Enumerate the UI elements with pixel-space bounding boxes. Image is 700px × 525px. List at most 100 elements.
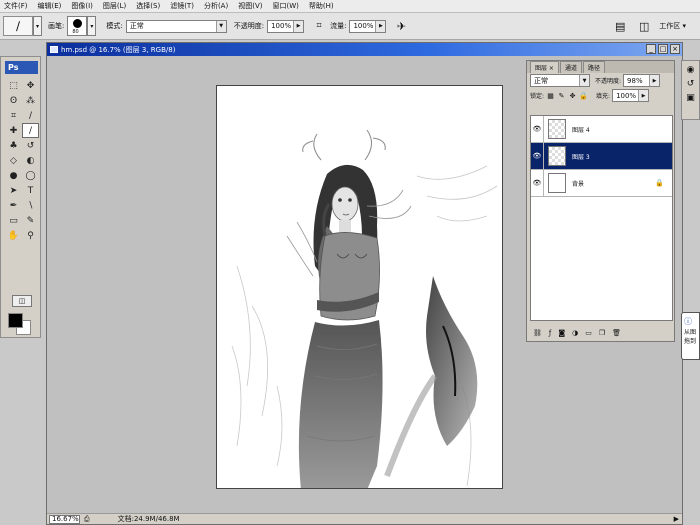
new-layer-icon[interactable]: ❐ <box>599 329 605 337</box>
document-title-bar[interactable]: hm.psd @ 16.7% (图层 3, RGB/8) _ □ × <box>47 43 682 56</box>
notes-tool-icon[interactable]: ▭ <box>5 213 22 228</box>
fill-field[interactable]: 100% ▶ <box>612 89 650 102</box>
layer-row[interactable]: 👁 图层 4 <box>531 115 672 143</box>
eraser-tool-icon[interactable]: ◇ <box>5 153 22 168</box>
magic-wand-tool-icon[interactable]: ⁂ <box>22 93 39 108</box>
paint-bucket-tool-icon[interactable]: ◐ <box>22 153 39 168</box>
crop-tool-icon[interactable]: ⌗ <box>5 108 22 123</box>
palette-well-icon[interactable]: ▤ <box>611 17 629 35</box>
delete-layer-icon[interactable]: 🗑 <box>612 329 621 337</box>
adjustment-layer-icon[interactable]: ◑ <box>572 329 578 337</box>
mode-select[interactable]: 正常 ▼ <box>125 19 227 33</box>
dodge-tool-icon[interactable]: ◯ <box>22 168 39 183</box>
info-icon: ⓘ <box>684 317 692 326</box>
blend-mode-select[interactable]: 正常 ▼ <box>530 74 590 87</box>
opacity-label: 不透明度: <box>233 22 265 30</box>
lasso-tool-icon[interactable]: ʘ <box>5 93 22 108</box>
menu-item-0[interactable]: 文件(F) <box>4 1 28 11</box>
tools-grid: ⬚ ✥ ʘ ⁂ ⌗ ∕ ✚ ∕ ♣ ↺ ◇ ◐ ● ◯ ➤ T ✒ ∖ ▭ ✎ ✋ ⚲ <box>5 78 39 243</box>
workspace-menu[interactable]: 工作区 ▾ <box>659 21 686 31</box>
layers-panel-footer: ⛓ ƒ ◙ ◑ ▭ ❐ 🗑 <box>527 327 674 339</box>
brush-picker-dropdown[interactable]: ▾ <box>87 16 97 36</box>
layer-thumbnail <box>548 119 566 139</box>
menu-bar: 文件(F) 编辑(E) 图像(I) 图层(L) 选择(S) 滤镜(T) 分析(A) 视图(V)… <box>0 0 700 13</box>
chevron-right-icon: ▶ <box>293 20 304 32</box>
marquee-tool-icon[interactable]: ⬚ <box>5 78 22 93</box>
lock-image-icon[interactable]: ✎ <box>557 91 566 100</box>
flow-field[interactable]: 100% ▶ <box>349 19 387 33</box>
eyedropper-tool-icon[interactable]: ✎ <box>22 213 39 228</box>
type-tool-icon[interactable]: T <box>22 183 39 198</box>
file-browser-icon[interactable]: ◫ <box>635 17 653 35</box>
ps-logo: Ps <box>5 61 38 74</box>
history-icon[interactable]: ↺ <box>687 79 695 89</box>
visibility-eye-icon[interactable]: 👁 <box>531 115 544 143</box>
brush-tool-icon[interactable]: ∕ <box>22 123 39 138</box>
right-dock: ◉ ↺ ▣ <box>681 60 700 120</box>
layer-row[interactable]: 👁 背景 🔒 <box>531 169 672 197</box>
new-group-icon[interactable]: ▭ <box>585 329 592 337</box>
layers-panel-tabs: 图层 × 通道 路径 <box>527 61 674 73</box>
quick-mask-icon[interactable]: ◫ <box>12 295 32 307</box>
chevron-right-icon: ▶ <box>649 75 660 86</box>
flow-value: 100% <box>353 22 374 30</box>
layer-style-icon[interactable]: ƒ <box>549 329 551 337</box>
path-selection-tool-icon[interactable]: ➤ <box>5 183 22 198</box>
actions-icon[interactable]: ▣ <box>686 93 695 103</box>
mode-label: 模式: <box>106 22 123 30</box>
artwork-canvas[interactable] <box>216 85 503 489</box>
tool-preset-picker[interactable]: ∕ <box>3 16 33 36</box>
blur-tool-icon[interactable]: ● <box>5 168 22 183</box>
navigator-icon[interactable]: ◉ <box>687 65 695 75</box>
move-tool-icon[interactable]: ✥ <box>22 78 39 93</box>
airbrush-icon[interactable]: ✈ <box>392 17 410 35</box>
layer-mask-icon[interactable]: ◙ <box>558 329 565 337</box>
close-button[interactable]: × <box>670 44 680 54</box>
pen-tool-icon[interactable]: ✒ <box>5 198 22 213</box>
line-tool-icon[interactable]: ∖ <box>22 198 39 213</box>
layer-opacity-field[interactable]: 98% ▶ <box>623 74 661 87</box>
tool-preset-dropdown[interactable]: ▾ <box>33 16 42 36</box>
zoom-field[interactable]: 16.67% <box>49 514 80 524</box>
brush-label: 画笔: <box>48 22 65 30</box>
lock-row: 锁定: ▦ ✎ ✥ 🔒 填充: 100% ▶ <box>527 88 674 103</box>
menu-item-2[interactable]: 图像(I) <box>71 1 93 11</box>
layers-tab-2[interactable]: 路径 <box>582 61 605 73</box>
opacity-field[interactable]: 100% ▶ <box>267 19 305 33</box>
menu-item-3[interactable]: 图层(L) <box>103 1 126 11</box>
history-brush-tool-icon[interactable]: ↺ <box>22 138 39 153</box>
menu-item-9[interactable]: 帮助(H) <box>309 1 334 11</box>
status-icon[interactable]: ⎙ <box>84 515 90 524</box>
menu-item-4[interactable]: 选择(S) <box>136 1 160 11</box>
menu-item-1[interactable]: 编辑(E) <box>38 1 62 11</box>
layer-row[interactable]: 👁 图层 3 <box>531 142 672 170</box>
menu-item-5[interactable]: 滤镜(T) <box>170 1 194 11</box>
visibility-eye-icon[interactable]: 👁 <box>531 169 544 197</box>
healing-brush-tool-icon[interactable]: ✚ <box>5 123 22 138</box>
chevron-right-icon: ▶ <box>375 20 386 32</box>
layer-opacity-value: 98% <box>627 76 643 85</box>
lock-position-icon[interactable]: ✥ <box>568 91 577 100</box>
foreground-color-swatch[interactable] <box>8 313 23 328</box>
menu-item-6[interactable]: 分析(A) <box>204 1 228 11</box>
minimize-button[interactable]: _ <box>646 44 656 54</box>
layer-thumbnail <box>548 146 566 166</box>
layers-tab-1[interactable]: 通道 <box>559 61 582 73</box>
slice-tool-icon[interactable]: ∕ <box>22 108 39 123</box>
menu-item-7[interactable]: 视图(V) <box>238 1 262 11</box>
brush-picker[interactable]: 80 <box>67 16 88 36</box>
lock-transparency-icon[interactable]: ▦ <box>546 91 555 100</box>
lock-all-icon[interactable]: 🔒 <box>579 91 588 100</box>
airbrush-toggle-icon[interactable]: ⌗ <box>310 17 328 35</box>
zoom-tool-icon[interactable]: ⚲ <box>22 228 39 243</box>
mode-value: 正常 <box>129 22 144 30</box>
layers-tab-0[interactable]: 图层 × <box>530 61 559 73</box>
visibility-eye-icon[interactable]: 👁 <box>531 142 544 170</box>
status-menu-arrow-icon[interactable]: ▶ <box>674 515 679 523</box>
hand-tool-icon[interactable]: ✋ <box>5 228 22 243</box>
link-layers-icon[interactable]: ⛓ <box>533 329 542 337</box>
fill-label: 填充: <box>596 93 611 100</box>
menu-item-8[interactable]: 窗口(W) <box>272 1 298 11</box>
clone-stamp-tool-icon[interactable]: ♣ <box>5 138 22 153</box>
maximize-button[interactable]: □ <box>658 44 668 54</box>
